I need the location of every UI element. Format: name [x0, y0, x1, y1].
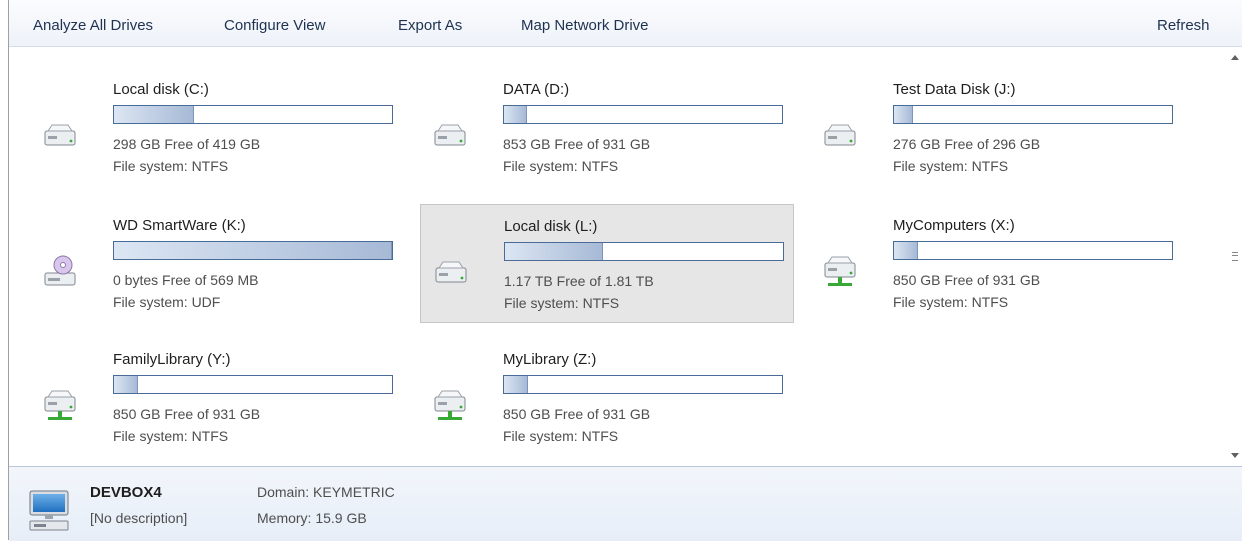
drive-name: Local disk (C:) — [113, 81, 209, 98]
drive-name: FamilyLibrary (Y:) — [113, 351, 231, 368]
hard-drive-icon — [434, 256, 468, 290]
usage-fill — [114, 242, 392, 259]
hard-drive-icon — [433, 119, 467, 153]
drive-file-system: File system: NTFS — [893, 294, 1009, 310]
scroll-grip-icon[interactable] — [1232, 252, 1238, 261]
toolbar: Analyze All Drives Configure View Export… — [9, 0, 1242, 47]
map-network-drive-button[interactable]: Map Network Drive — [521, 17, 649, 34]
optical-drive-icon — [43, 255, 77, 289]
analyze-all-drives-button[interactable]: Analyze All Drives — [33, 17, 153, 34]
drive-tile-k[interactable]: WD SmartWare (K:) 0 bytes Free of 569 MB… — [9, 183, 393, 310]
usage-fill — [504, 376, 529, 393]
drive-file-system: File system: NTFS — [504, 295, 620, 311]
details-pane: DEVBOX4 [No description] Domain: KEYMETR… — [9, 466, 1242, 541]
scroll-down-arrow-icon[interactable] — [1231, 453, 1239, 458]
usage-bar — [503, 105, 783, 124]
drive-free-space: 850 GB Free of 931 GB — [113, 406, 261, 422]
usage-bar — [893, 105, 1173, 124]
refresh-button[interactable]: Refresh — [1157, 17, 1210, 34]
drive-free-space: 298 GB Free of 419 GB — [113, 136, 261, 152]
computer-memory: Memory: 15.9 GB — [257, 510, 367, 526]
drive-tile-j[interactable]: Test Data Disk (J:) 276 GB Free of 296 G… — [789, 47, 1173, 174]
network-drive-icon — [433, 389, 467, 423]
drive-list: Local disk (C:) 298 GB Free of 419 GB Fi… — [9, 47, 1227, 466]
usage-fill — [894, 242, 919, 259]
usage-fill — [894, 106, 913, 123]
drive-file-system: File system: UDF — [113, 294, 221, 310]
computer-name: DEVBOX4 — [90, 484, 162, 501]
scroll-up-arrow-icon[interactable] — [1231, 55, 1239, 60]
export-as-button[interactable]: Export As — [398, 17, 462, 34]
configure-view-button[interactable]: Configure View — [224, 17, 325, 34]
drive-name: WD SmartWare (K:) — [113, 217, 246, 234]
usage-fill — [505, 243, 604, 260]
usage-bar — [504, 242, 784, 261]
drive-tile-y[interactable]: FamilyLibrary (Y:) 850 GB Free of 931 GB… — [9, 317, 393, 444]
hard-drive-icon — [43, 119, 77, 153]
drive-file-system: File system: NTFS — [503, 158, 619, 174]
network-drive-icon — [43, 389, 77, 423]
drive-file-system: File system: NTFS — [113, 158, 229, 174]
drive-free-space: 850 GB Free of 931 GB — [503, 406, 651, 422]
drive-file-system: File system: NTFS — [113, 428, 229, 444]
network-drive-icon — [823, 255, 857, 289]
drive-file-system: File system: NTFS — [893, 158, 1009, 174]
usage-fill — [504, 106, 528, 123]
usage-bar — [113, 241, 393, 260]
drive-free-space: 853 GB Free of 931 GB — [503, 136, 651, 152]
usage-bar — [113, 105, 393, 124]
computer-domain: Domain: KEYMETRIC — [257, 484, 395, 500]
drive-tile-x[interactable]: MyComputers (X:) 850 GB Free of 931 GB F… — [789, 183, 1173, 310]
drive-tile-z[interactable]: MyLibrary (Z:) 850 GB Free of 931 GB Fil… — [399, 317, 783, 444]
drive-free-space: 1.17 TB Free of 1.81 TB — [504, 273, 654, 289]
usage-fill — [114, 376, 139, 393]
usage-bar — [893, 241, 1173, 260]
computer-icon — [29, 489, 69, 533]
usage-fill — [114, 106, 195, 123]
hard-drive-icon — [823, 119, 857, 153]
drive-free-space: 0 bytes Free of 569 MB — [113, 272, 259, 288]
drive-name: DATA (D:) — [503, 81, 570, 98]
drive-tile-c[interactable]: Local disk (C:) 298 GB Free of 419 GB Fi… — [9, 47, 393, 174]
drive-file-system: File system: NTFS — [503, 428, 619, 444]
drive-tile-d[interactable]: DATA (D:) 853 GB Free of 931 GB File sys… — [399, 47, 783, 174]
usage-bar — [503, 375, 783, 394]
drives-window: Analyze All Drives Configure View Export… — [8, 0, 1242, 541]
vertical-scrollbar[interactable] — [1227, 47, 1242, 466]
drive-name: Local disk (L:) — [504, 218, 598, 235]
drive-tile-l[interactable]: Local disk (L:) 1.17 TB Free of 1.81 TB … — [420, 204, 794, 323]
drive-name: MyComputers (X:) — [893, 217, 1015, 234]
computer-description: [No description] — [90, 510, 188, 526]
drive-free-space: 850 GB Free of 931 GB — [893, 272, 1041, 288]
drive-name: MyLibrary (Z:) — [503, 351, 597, 368]
drive-name: Test Data Disk (J:) — [893, 81, 1016, 98]
usage-bar — [113, 375, 393, 394]
drive-free-space: 276 GB Free of 296 GB — [893, 136, 1041, 152]
